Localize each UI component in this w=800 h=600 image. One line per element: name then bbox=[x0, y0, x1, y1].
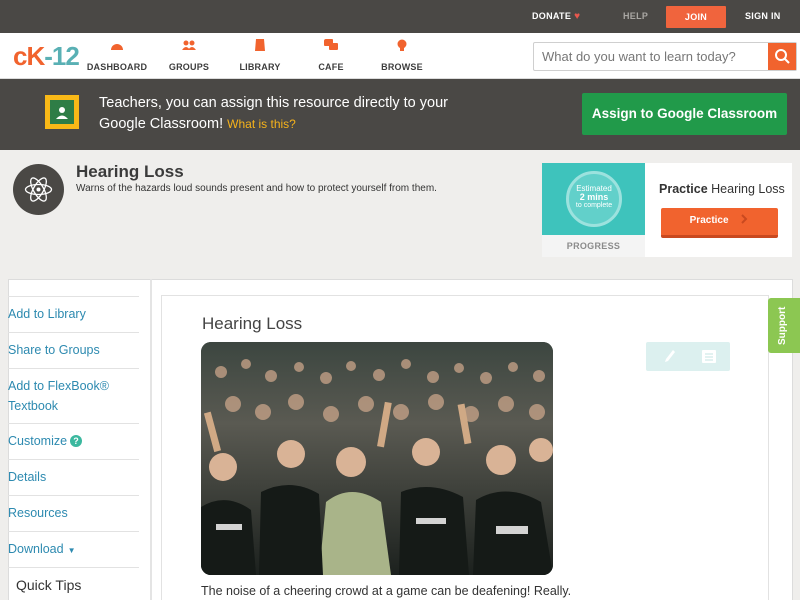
quick-tips-heading[interactable]: Quick Tips bbox=[16, 577, 81, 593]
search-bar bbox=[533, 42, 797, 71]
search-input[interactable] bbox=[534, 43, 768, 70]
page-subtitle: Warns of the hazards loud sounds present… bbox=[76, 183, 437, 194]
help-question-icon[interactable]: ? bbox=[70, 435, 83, 447]
sidebar-item-customize[interactable]: Customize? bbox=[8, 431, 131, 451]
top-bar: DONATE ♥ HELP JOIN SIGN IN bbox=[0, 0, 800, 33]
sidebar-item-resources[interactable]: Resources bbox=[8, 503, 131, 523]
practice-title: Practice Hearing Loss bbox=[659, 182, 785, 196]
ck12-logo[interactable]: cK-12 bbox=[13, 41, 80, 71]
caret-down-icon: ▼ bbox=[67, 546, 76, 555]
nav-dashboard[interactable]: DASHBOARD bbox=[82, 39, 152, 75]
nav-label: BROWSE bbox=[381, 62, 423, 72]
sign-in-link[interactable]: SIGN IN bbox=[745, 0, 781, 33]
nav-library[interactable]: LIBRARY bbox=[225, 39, 295, 75]
search-button[interactable] bbox=[768, 43, 796, 70]
nav-label: LIBRARY bbox=[239, 62, 281, 72]
browse-icon bbox=[397, 39, 407, 51]
what-is-this-link[interactable]: What is this? bbox=[227, 117, 296, 131]
groups-icon bbox=[182, 40, 196, 50]
notes-icon[interactable] bbox=[702, 350, 716, 363]
article-title: Hearing Loss bbox=[202, 314, 303, 333]
nav-label: CAFE bbox=[318, 62, 344, 72]
subject-atom-icon bbox=[13, 164, 64, 215]
assign-google-classroom-button[interactable]: Assign to Google Classroom bbox=[582, 93, 787, 135]
cafe-icon bbox=[324, 39, 338, 50]
chevron-right-icon bbox=[741, 214, 748, 224]
annotation-tools bbox=[646, 342, 730, 371]
sidebar-item-add-to-flexbook[interactable]: Add to FlexBook® Textbook bbox=[8, 376, 131, 416]
crowd-photo bbox=[201, 342, 553, 575]
google-classroom-banner: Teachers, you can assign this resource d… bbox=[0, 79, 800, 150]
join-button[interactable]: JOIN bbox=[666, 6, 726, 28]
to-complete-label: to complete bbox=[575, 202, 613, 209]
donate-link[interactable]: DONATE ♥ bbox=[532, 0, 580, 33]
sidebar-item-details[interactable]: Details bbox=[8, 467, 131, 487]
nav-label: DASHBOARD bbox=[86, 62, 148, 72]
main-nav: cK-12 DASHBOARD GROUPS LIBRARY CAFE BROW… bbox=[0, 33, 800, 79]
library-icon bbox=[255, 39, 265, 51]
nav-groups[interactable]: GROUPS bbox=[154, 39, 224, 75]
progress-widget: Estimated 2 mins to complete PROGRESS bbox=[542, 163, 645, 257]
help-link[interactable]: HELP bbox=[623, 0, 648, 33]
practice-card: Estimated 2 mins to complete PROGRESS Pr… bbox=[542, 163, 792, 257]
banner-message: Teachers, you can assign this resource d… bbox=[99, 93, 459, 135]
heart-icon: ♥ bbox=[574, 11, 581, 22]
page-title: Hearing Loss bbox=[76, 162, 184, 181]
google-classroom-icon bbox=[45, 95, 79, 129]
support-tab[interactable]: Support bbox=[768, 298, 800, 353]
estimated-minutes: 2 mins bbox=[579, 192, 609, 202]
sidebar-item-download[interactable]: Download ▼ bbox=[8, 539, 131, 561]
sidebar-item-add-to-library[interactable]: Add to Library bbox=[8, 304, 131, 324]
progress-label: PROGRESS bbox=[566, 241, 621, 251]
practice-button[interactable]: Practice bbox=[661, 208, 778, 238]
article-intro: The noise of a cheering crowd at a game … bbox=[201, 584, 572, 598]
nav-label: GROUPS bbox=[168, 62, 210, 72]
nav-cafe[interactable]: CAFE bbox=[296, 39, 366, 75]
nav-browse[interactable]: BROWSE bbox=[367, 39, 437, 75]
pencil-icon[interactable] bbox=[664, 349, 676, 363]
estimated-time-badge: Estimated 2 mins to complete bbox=[566, 171, 622, 227]
search-icon bbox=[775, 49, 790, 64]
dashboard-icon bbox=[111, 44, 123, 50]
sidebar-item-share-to-groups[interactable]: Share to Groups bbox=[8, 340, 131, 360]
